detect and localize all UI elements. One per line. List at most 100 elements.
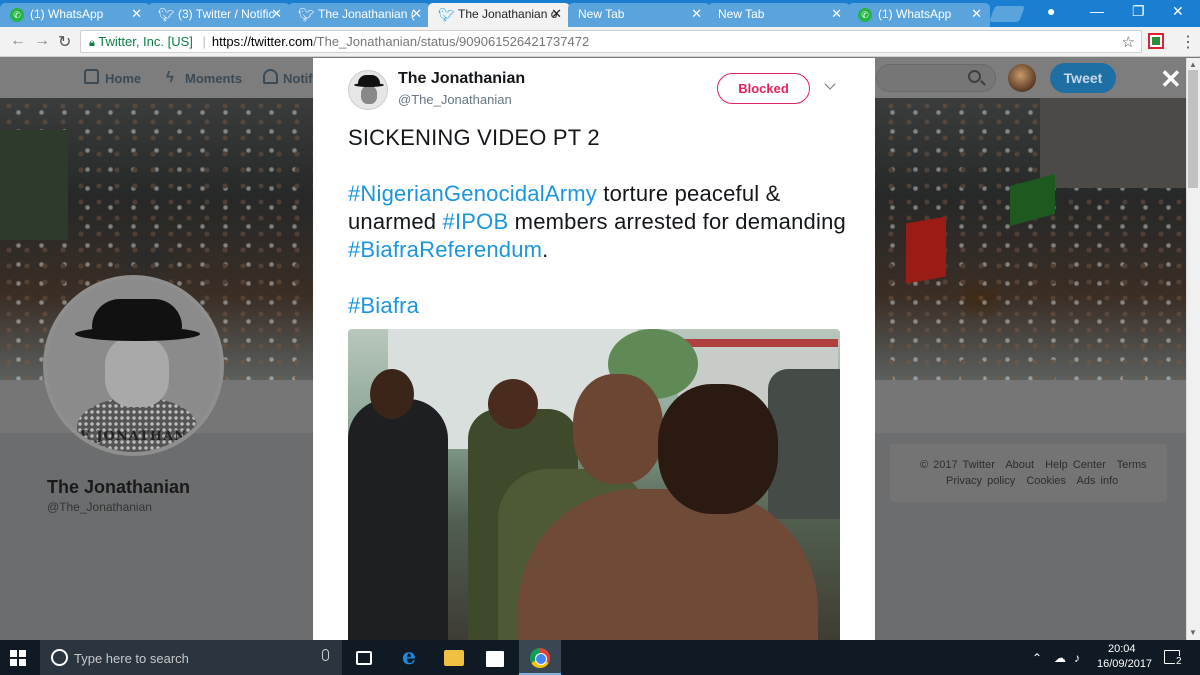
tab-label: The Jonathanian o xyxy=(458,7,558,21)
store-icon[interactable] xyxy=(486,651,504,667)
tweet-text-segment: . xyxy=(542,237,549,262)
twitter-icon: 🐦︎ xyxy=(438,7,455,22)
microphone-icon[interactable] xyxy=(322,649,329,661)
minimize-icon[interactable]: — xyxy=(1090,3,1104,19)
hashtag-link[interactable]: #Biafra xyxy=(348,293,419,318)
tweet-video[interactable] xyxy=(348,329,840,640)
footer-link-terms[interactable]: Terms xyxy=(1117,459,1147,471)
restore-icon[interactable]: ❐ xyxy=(1132,3,1145,20)
tab-whatsapp-1[interactable]: ✆ (1) WhatsApp ✕ xyxy=(0,3,150,27)
clock-time[interactable]: 20:04 xyxy=(1108,643,1136,655)
scroll-up-icon[interactable]: ▲ xyxy=(1189,60,1197,69)
back-icon[interactable]: ← xyxy=(10,32,26,50)
extension-icon[interactable] xyxy=(1148,33,1164,49)
forward-icon[interactable]: → xyxy=(34,32,50,50)
close-tab-icon[interactable]: ✕ xyxy=(271,6,282,22)
browser-tab-strip: ✆ (1) WhatsApp ✕ 🐦︎ (3) Twitter / Notifi… xyxy=(0,0,1200,27)
close-window-icon[interactable]: ✕ xyxy=(1172,3,1184,20)
user-avatar[interactable] xyxy=(1008,64,1036,92)
footer-link-privacy[interactable]: Privacy policy xyxy=(946,475,1015,487)
video-person xyxy=(348,399,448,640)
bookmark-star-icon[interactable]: ☆ xyxy=(1122,33,1135,51)
security-label: Twitter, Inc. [US] xyxy=(98,34,193,49)
home-icon xyxy=(84,69,99,84)
task-view-icon[interactable] xyxy=(356,651,372,665)
video-person xyxy=(370,369,414,419)
chrome-icon[interactable] xyxy=(530,648,550,668)
profile-handle[interactable]: @The_Jonathanian xyxy=(47,500,152,514)
tab-label: New Tab xyxy=(578,7,625,21)
tab-label: New Tab xyxy=(718,7,765,21)
windows-start-icon[interactable] xyxy=(10,650,26,666)
file-explorer-icon[interactable] xyxy=(444,650,464,666)
tweet-text: SICKENING VIDEO PT 2 #NigerianGenocidalA… xyxy=(348,124,848,348)
tweet-paragraph: SICKENING VIDEO PT 2 xyxy=(348,125,600,150)
profile-avatar[interactable]: E JONATHAN xyxy=(43,275,224,456)
footer-links: Privacy policy Cookies Ads info xyxy=(946,475,1124,487)
tweet-author-avatar[interactable] xyxy=(348,70,388,110)
tweet-paragraph: #Biafra xyxy=(348,292,848,320)
tweet-author-handle[interactable]: @The_Jonathanian xyxy=(398,92,512,107)
notification-count: 2 xyxy=(1175,656,1183,667)
blocked-button[interactable]: Blocked xyxy=(717,73,810,104)
tab-new-tab-1[interactable]: New Tab ✕ xyxy=(568,3,710,27)
scrollbar-thumb[interactable] xyxy=(1188,70,1198,188)
video-scene xyxy=(768,369,840,519)
avatar-figure xyxy=(75,327,200,341)
clock-date[interactable]: 16/09/2017 xyxy=(1097,658,1152,670)
tab-jonathanian-active[interactable]: 🐦︎ The Jonathanian o ✕ xyxy=(428,3,570,27)
twitter-icon: 🐦︎ xyxy=(298,7,315,22)
search-icon[interactable] xyxy=(968,70,981,83)
taskbar-search-placeholder[interactable]: Type here to search xyxy=(74,651,189,666)
whatsapp-icon: ✆ xyxy=(10,8,24,22)
video-person xyxy=(658,384,778,514)
video-person xyxy=(488,379,538,429)
nav-moments[interactable]: Moments xyxy=(185,71,242,86)
profile-icon[interactable]: ● xyxy=(1047,3,1055,19)
address-bar[interactable]: 🔒︎ Twitter, Inc. [US] | https://twitter.c… xyxy=(80,30,1142,53)
avatar-figure xyxy=(354,83,384,87)
chevron-down-icon[interactable] xyxy=(824,78,836,90)
moments-icon: ϟ xyxy=(166,69,174,86)
close-tab-icon[interactable]: ✕ xyxy=(831,6,842,22)
chevron-up-icon[interactable]: ⌃ xyxy=(1032,651,1042,665)
reload-icon[interactable]: ↻ xyxy=(58,32,71,52)
footer-link-help[interactable]: Help Center xyxy=(1045,459,1106,471)
tab-twitter-notifications[interactable]: 🐦︎ (3) Twitter / Notific ✕ xyxy=(148,3,290,27)
hashtag-link[interactable]: #NigerianGenocidalArmy xyxy=(348,181,597,206)
close-modal-icon[interactable]: ✕ xyxy=(1160,66,1182,92)
tab-label: (3) Twitter / Notific xyxy=(178,7,275,21)
avatar-figure xyxy=(105,337,169,407)
tab-jonathanian-1[interactable]: 🐦︎ The Jonathanian ( ✕ xyxy=(288,3,430,27)
close-tab-icon[interactable]: ✕ xyxy=(691,6,702,22)
footer-link-about[interactable]: About xyxy=(1005,459,1034,471)
footer-link-ads[interactable]: Ads info xyxy=(1077,475,1119,487)
nav-notifications[interactable]: Notifi xyxy=(283,71,316,86)
close-tab-icon[interactable]: ✕ xyxy=(411,6,422,22)
tab-label: (1) WhatsApp xyxy=(878,7,952,21)
cortana-icon[interactable] xyxy=(51,649,68,666)
banner-detail xyxy=(1040,98,1186,188)
hashtag-link[interactable]: #BiafraReferendum xyxy=(348,237,542,262)
nav-home[interactable]: Home xyxy=(105,71,141,86)
network-icon[interactable]: ☁︎ xyxy=(1054,651,1066,665)
tweet-paragraph: #NigerianGenocidalArmy torture peaceful … xyxy=(348,180,848,264)
profile-name[interactable]: The Jonathanian xyxy=(47,477,190,498)
browser-menu-icon[interactable]: ⋮ xyxy=(1180,32,1196,52)
compose-tweet-button[interactable]: Tweet xyxy=(1050,63,1116,93)
avatar-caption: E JONATHAN xyxy=(79,429,188,444)
footer-link-cookies[interactable]: Cookies xyxy=(1026,475,1066,487)
scroll-down-icon[interactable]: ▼ xyxy=(1189,628,1197,637)
close-tab-icon[interactable]: ✕ xyxy=(551,6,562,22)
close-tab-icon[interactable]: ✕ xyxy=(131,6,142,22)
browser-toolbar: ← → ↻ 🔒︎ Twitter, Inc. [US] | https://twi… xyxy=(0,27,1200,57)
footer-links: © 2017 Twitter About Help Center Terms xyxy=(920,459,1153,471)
new-tab-button[interactable] xyxy=(989,6,1025,22)
hashtag-link[interactable]: #IPOB xyxy=(443,209,509,234)
tab-whatsapp-2[interactable]: ✆ (1) WhatsApp ✕ xyxy=(848,3,990,27)
tab-new-tab-2[interactable]: New Tab ✕ xyxy=(708,3,850,27)
close-tab-icon[interactable]: ✕ xyxy=(971,6,982,22)
edge-icon[interactable]: e xyxy=(402,644,422,670)
volume-icon[interactable]: ♪ xyxy=(1074,651,1080,665)
tweet-author-name[interactable]: The Jonathanian xyxy=(398,70,525,88)
